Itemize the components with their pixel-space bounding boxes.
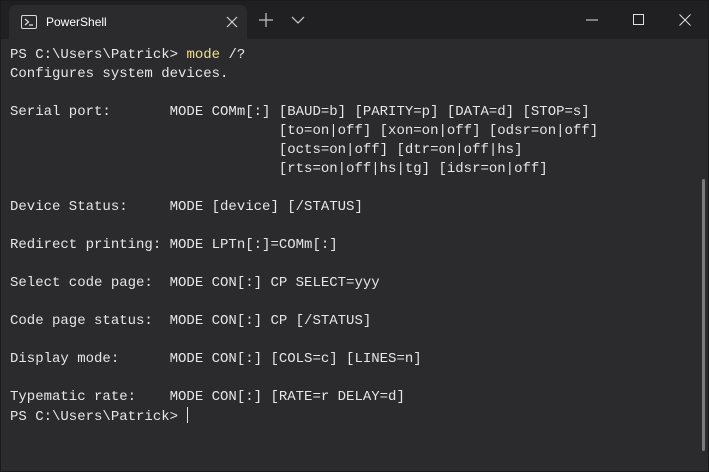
plus-icon[interactable] <box>257 11 275 29</box>
output-line: Redirect printing: MODE LPTn[:]=COMm[:] <box>10 237 338 253</box>
maximize-icon <box>633 14 644 25</box>
close-tab-icon[interactable] <box>223 13 241 31</box>
scrollbar-thumb[interactable] <box>702 179 705 451</box>
close-window-button[interactable] <box>662 1 708 39</box>
output-line: [octs=on|off] [dtr=on|off|hs] <box>10 142 523 158</box>
terminal-window: PowerShell PS C:\Users\Patrick> mode /? … <box>0 0 709 472</box>
output-line: Code page status: MODE CON[:] CP [/STATU… <box>10 313 372 329</box>
output-line: [rts=on|off|hs|tg] [idsr=on|off] <box>10 161 548 177</box>
tab-powershell[interactable]: PowerShell <box>9 5 247 39</box>
input-prompt-line[interactable]: PS C:\Users\Patrick> <box>10 407 189 427</box>
terminal-output[interactable]: PS C:\Users\Patrick> mode /? Configures … <box>1 39 708 471</box>
output-line: Typematic rate: MODE CON[:] [RATE=r DELA… <box>10 389 405 405</box>
chevron-down-icon[interactable] <box>290 12 306 28</box>
command-text: mode <box>186 47 221 63</box>
prompt-text: PS C:\Users\Patrick> <box>10 47 187 63</box>
output-line: Select code page: MODE CON[:] CP SELECT=… <box>10 275 380 291</box>
prompt-line: PS C:\Users\Patrick> mode /? <box>10 46 245 65</box>
output-line: Configures system devices. <box>10 66 229 82</box>
title-bar[interactable]: PowerShell <box>1 1 708 39</box>
output-line: [to=on|off] [xon=on|off] [odsr=on|off] <box>10 123 599 139</box>
close-icon <box>679 14 691 26</box>
minimize-icon <box>586 19 598 21</box>
output-line: Device Status: MODE [device] [/STATUS] <box>10 199 363 215</box>
maximize-button[interactable] <box>616 1 662 39</box>
command-args: /? <box>220 47 246 63</box>
output-line: Serial port: MODE COMm[:] [BAUD=b] [PARI… <box>10 104 590 120</box>
final-prompt-text: PS C:\Users\Patrick> <box>10 409 187 425</box>
tab-title: PowerShell <box>46 15 107 29</box>
output-line: Display mode: MODE CON[:] [COLS=c] [LINE… <box>10 351 422 367</box>
powershell-icon <box>21 15 37 29</box>
minimize-button[interactable] <box>569 1 615 39</box>
text-cursor <box>187 407 189 423</box>
